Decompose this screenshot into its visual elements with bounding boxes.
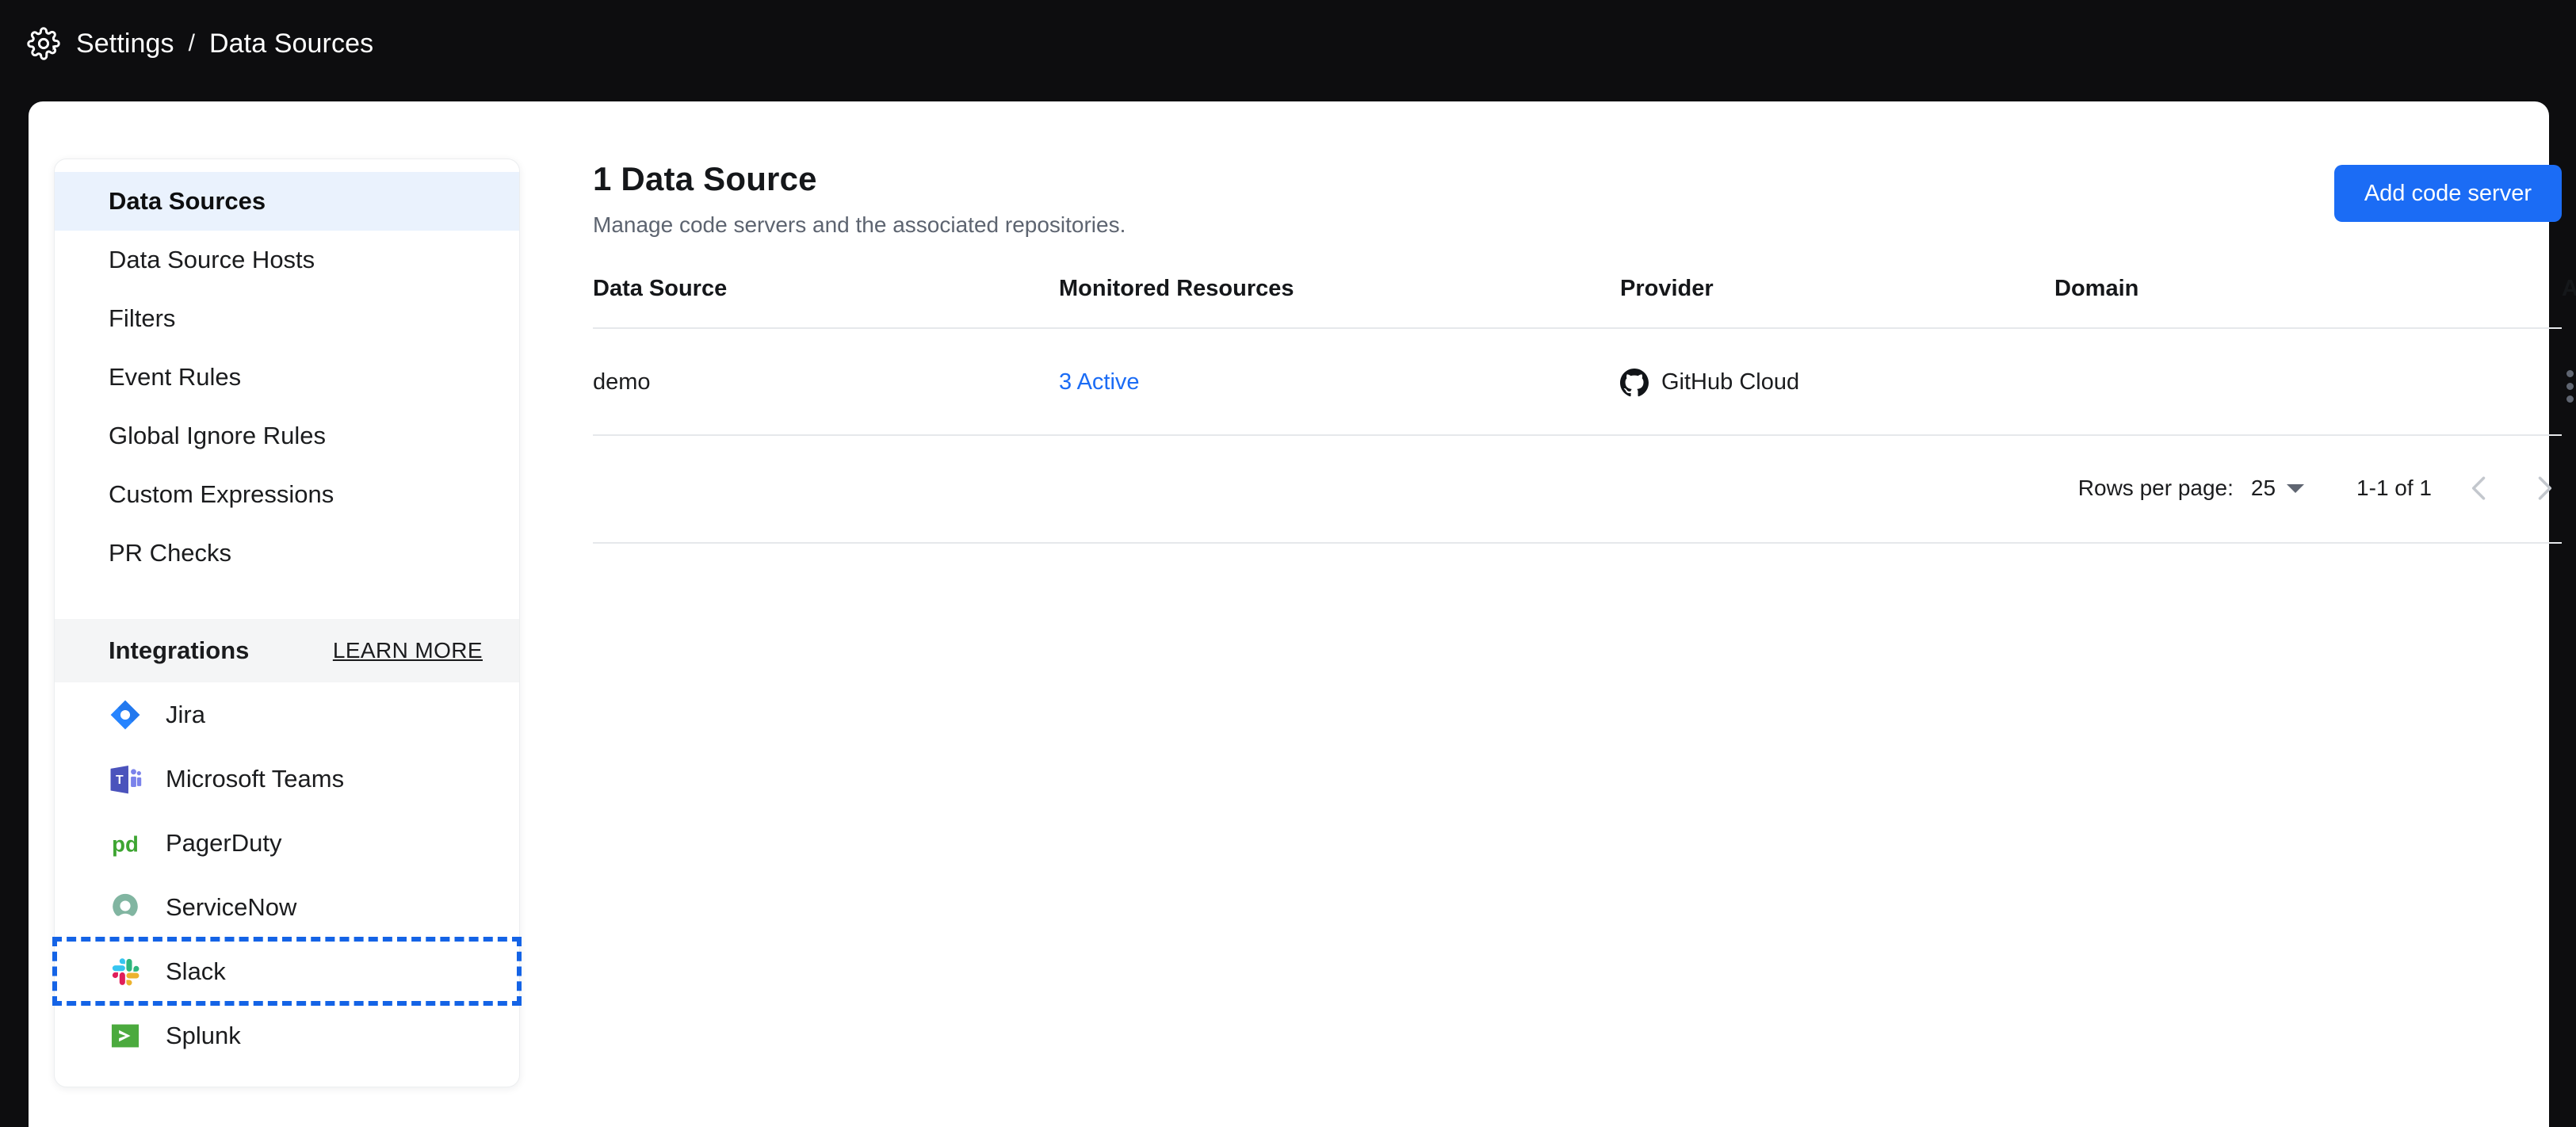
cell-provider: GitHub Cloud: [1620, 328, 2054, 436]
page-subtitle: Manage code servers and the associated r…: [593, 212, 1126, 237]
monitored-resources-link[interactable]: 3 Active: [1059, 369, 1140, 395]
add-code-server-button[interactable]: Add code server: [2333, 165, 2562, 222]
integrations-header: Integrations LEARN MORE: [55, 619, 519, 682]
sidebar-item-label: Data Source Hosts: [109, 246, 315, 273]
microsoft-teams-icon: T: [110, 765, 142, 793]
sidebar-item-label: Filters: [109, 304, 176, 332]
breadcrumb-separator: /: [188, 30, 195, 56]
sidebar-item-event-rules[interactable]: Event Rules: [55, 348, 519, 407]
rows-per-page-value: 25: [2250, 476, 2276, 500]
slack-icon: [112, 957, 140, 985]
cell-data-source-name: demo: [593, 328, 1059, 436]
sidebar-item-global-ignore-rules[interactable]: Global Ignore Rules: [55, 407, 519, 465]
chevron-left-icon[interactable]: [2462, 471, 2497, 506]
page-card: Data Sources Data Source Hosts Filters E…: [29, 101, 2576, 1127]
integrations-title: Integrations: [109, 636, 250, 664]
sidebar-item-data-source-hosts[interactable]: Data Source Hosts: [55, 231, 519, 289]
breadcrumb-data-sources[interactable]: Data Sources: [209, 29, 373, 59]
page-title: 1 Data Source: [593, 160, 817, 197]
table-header-row: Data Source Monitored Resources Provider…: [593, 276, 2576, 329]
table-pagination: Rows per page: 25 1-1 of 1: [593, 436, 2562, 544]
kebab-menu-icon[interactable]: [2562, 365, 2576, 407]
integration-item-slack[interactable]: Slack: [52, 937, 522, 1006]
column-header-provider: Provider: [1620, 276, 2054, 329]
integration-label: PagerDuty: [166, 828, 282, 857]
sidebar-item-pr-checks[interactable]: PR Checks: [55, 524, 519, 583]
sidebar-item-label: Global Ignore Rules: [109, 422, 326, 449]
chevron-right-icon[interactable]: [2527, 471, 2562, 506]
sidebar-item-data-sources[interactable]: Data Sources: [55, 172, 519, 231]
breadcrumb-settings[interactable]: Settings: [76, 29, 174, 59]
provider-label: GitHub Cloud: [1661, 369, 1800, 395]
sidebar-item-label: Custom Expressions: [109, 480, 334, 508]
table-body: demo 3 Active GitHub Cloud: [593, 328, 2574, 436]
content-header: 1 Data Source Manage code servers and th…: [593, 160, 2562, 238]
pagination-range: 1-1 of 1: [2356, 476, 2432, 500]
sidebar-item-filters[interactable]: Filters: [55, 289, 519, 348]
kebab-dot: [2566, 383, 2574, 390]
sidebar-item-label: PR Checks: [109, 539, 232, 567]
integration-label: Jira: [166, 700, 205, 728]
title-block: 1 Data Source Manage code servers and th…: [593, 160, 1126, 238]
integration-item-splunk[interactable]: Splunk: [55, 1003, 519, 1068]
sidebar-item-label: Event Rules: [109, 363, 242, 391]
data-sources-table: Data Source Monitored Resources Provider…: [593, 276, 2576, 436]
jira-icon: [110, 700, 140, 729]
column-header-data-source: Data Source: [593, 276, 1059, 329]
sidebar-item-label: Data Sources: [109, 187, 266, 215]
integration-item-servicenow[interactable]: ServiceNow: [55, 875, 519, 939]
main-content: 1 Data Source Manage code servers and th…: [520, 101, 2576, 1127]
cell-monitored-resources: 3 Active: [1059, 328, 1620, 436]
cell-domain: [2054, 328, 2562, 436]
learn-more-link[interactable]: LEARN MORE: [333, 638, 483, 663]
sidebar-wrapper: Data Sources Data Source Hosts Filters E…: [29, 101, 522, 1127]
pagerduty-icon: pd: [112, 831, 139, 856]
sidebar-nav-list: Data Sources Data Source Hosts Filters E…: [55, 172, 519, 583]
provider-wrapper: GitHub Cloud: [1620, 368, 2054, 397]
integration-label: Microsoft Teams: [166, 764, 345, 793]
svg-text:T: T: [116, 773, 124, 786]
integration-item-jira[interactable]: Jira: [55, 682, 519, 747]
rows-per-page-label: Rows per page:: [2077, 476, 2234, 500]
integration-item-microsoft-teams[interactable]: T Microsoft Teams: [55, 747, 519, 811]
breadcrumb: Settings / Data Sources: [76, 29, 373, 59]
kebab-dot: [2566, 370, 2574, 377]
integration-label: Slack: [166, 957, 226, 985]
integration-label: ServiceNow: [166, 892, 297, 921]
rows-per-page-select[interactable]: 25: [2250, 476, 2305, 501]
column-header-monitored-resources: Monitored Resources: [1059, 276, 1620, 329]
gear-icon[interactable]: [27, 27, 60, 60]
top-breadcrumb-bar: Settings / Data Sources: [0, 0, 2576, 87]
settings-sidebar: Data Sources Data Source Hosts Filters E…: [52, 159, 522, 1087]
table-row: demo 3 Active GitHub Cloud: [593, 328, 2574, 436]
table-head: Data Source Monitored Resources Provider…: [593, 276, 2576, 329]
github-icon: [1620, 368, 1649, 396]
kebab-dot: [2566, 395, 2574, 403]
sidebar-item-custom-expressions[interactable]: Custom Expressions: [55, 465, 519, 524]
splunk-icon: [111, 1024, 140, 1047]
chevron-down-icon: [2287, 483, 2305, 493]
column-header-domain: Domain: [2054, 276, 2562, 329]
integration-label: Splunk: [166, 1021, 241, 1049]
integration-item-pagerduty[interactable]: pd PagerDuty: [55, 811, 519, 875]
svg-text:pd: pd: [112, 831, 139, 856]
servicenow-icon: [113, 893, 138, 916]
